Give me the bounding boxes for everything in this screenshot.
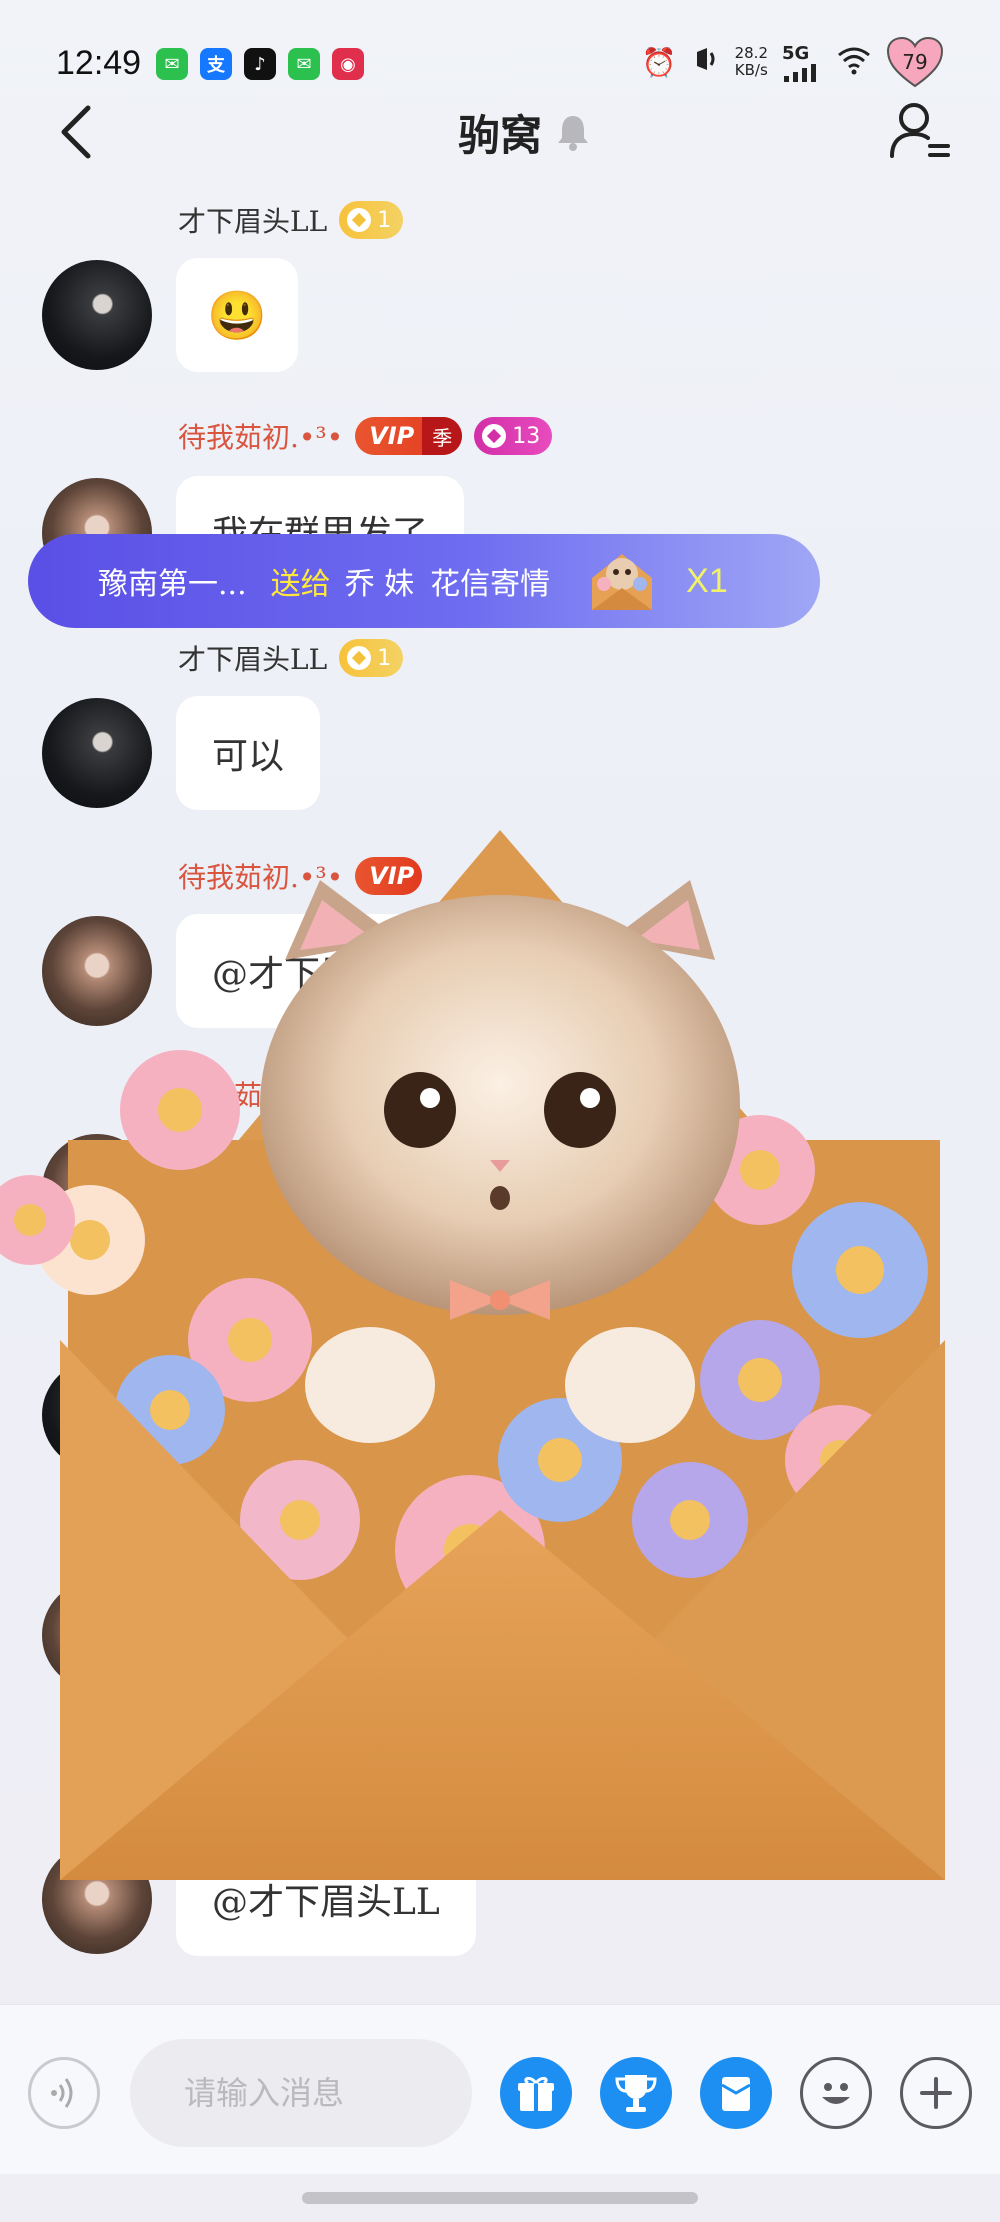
gift-animation (0, 820, 1000, 1900)
sender-row: 待我茹初.•³• VIP 季 13 (178, 416, 553, 456)
mute-bell-icon (556, 112, 590, 156)
gift-thumbnail-icon (590, 548, 654, 614)
vip-badge: VIP 季 (355, 417, 463, 455)
voice-icon (51, 2078, 73, 2108)
notification-icons: ✉ 支 ♪ ✉ ◉ (156, 48, 364, 80)
status-bar: 12:49 ✉ 支 ♪ ✉ ◉ ⏰ 28.2 KB/s 5G 79 (0, 0, 1000, 92)
group-members-button[interactable] (888, 98, 952, 162)
wechat-icon: ✉ (288, 48, 320, 80)
wifi-icon (836, 45, 872, 79)
diamond-icon (347, 646, 372, 670)
status-time: 12:49 (56, 44, 142, 82)
smile-icon (822, 2083, 850, 2104)
voice-button[interactable] (28, 2057, 100, 2129)
battery-heart-icon: 79 (886, 36, 944, 88)
plus-icon (920, 2077, 952, 2109)
chat-title: 驹窝 (457, 111, 542, 160)
gift-verb: 送给 (270, 567, 331, 602)
level-badge: 1 (339, 639, 404, 677)
sender-row: 才下眉头LL 1 (178, 638, 404, 678)
gift-button[interactable] (500, 2057, 572, 2129)
trophy-button[interactable] (600, 2057, 672, 2129)
message-bubble[interactable]: 可以 (176, 696, 321, 810)
emoji-button[interactable] (800, 2057, 872, 2129)
level-badge: 1 (339, 201, 404, 239)
gift-icon (518, 2076, 554, 2111)
diamond-icon (347, 208, 372, 232)
gift-count: X1 (686, 561, 728, 600)
envelope-icon (721, 2077, 751, 2111)
message-bubble[interactable]: 😃 (176, 258, 298, 372)
sender-name[interactable]: 才下眉头LL (178, 200, 327, 240)
system-status: ⏰ 28.2 KB/s 5G 79 (642, 36, 944, 88)
sender-row: 才下眉头LL 1 (178, 200, 404, 240)
avatar[interactable] (42, 260, 152, 370)
gift-receiver: 乔 妹 (344, 567, 415, 602)
network-speed: 28.2 KB/s (734, 44, 768, 79)
home-indicator[interactable] (302, 2192, 698, 2204)
chat-header: 驹窝 (0, 92, 1000, 172)
trophy-icon (615, 2075, 657, 2112)
signal-indicator: 5G (782, 43, 822, 82)
sender-name[interactable]: 才下眉头LL (178, 638, 327, 678)
alarm-icon: ⏰ (641, 45, 677, 79)
signal-icon (784, 63, 816, 82)
sender-name[interactable]: 待我茹初.•³• (178, 416, 343, 456)
user-list-icon (890, 103, 950, 158)
pinduoduo-icon: ◉ (332, 48, 364, 80)
cat-envelope-gift-image (0, 830, 945, 1880)
more-button[interactable] (900, 2057, 972, 2129)
alipay-icon: 支 (200, 48, 232, 80)
vibrate-icon (691, 44, 721, 81)
douyin-icon: ♪ (244, 48, 276, 80)
red-packet-button[interactable] (700, 2057, 772, 2129)
diamond-icon (482, 424, 507, 448)
message-input[interactable] (130, 2039, 472, 2147)
level-badge: 13 (474, 417, 553, 455)
input-bar (0, 2004, 1000, 2174)
gift-sender: 豫南第一... (98, 567, 247, 602)
wechat-icon: ✉ (156, 48, 188, 80)
message-item: 才下眉头LL 1 😃 (0, 196, 1000, 376)
gift-notification-banner: 豫南第一... 送给 乔 妹 花信寄情 X1 (28, 534, 820, 628)
gift-name: 花信寄情 (430, 567, 551, 602)
message-item: 才下眉头LL 1 可以 (0, 634, 1000, 814)
avatar[interactable] (42, 698, 152, 808)
